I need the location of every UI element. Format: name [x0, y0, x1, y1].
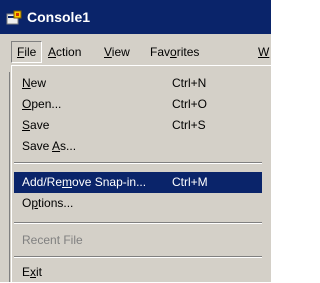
window-frame-left: [0, 72, 11, 282]
menu-item-add-remove-label: Add/Remove Snap-in...: [22, 175, 147, 189]
window-title: Console1: [27, 9, 91, 25]
menu-file[interactable]: File: [11, 41, 43, 63]
menu-item-add-remove-snap-in[interactable]: Add/Remove Snap-in... Ctrl+M: [14, 172, 262, 193]
menu-item-new-label: New: [22, 76, 47, 90]
mn-add-remove: m: [62, 175, 73, 189]
menu-window-mnemonic: W: [258, 45, 270, 59]
menu-item-open-label: Open...: [22, 97, 62, 111]
menu-favorites[interactable]: Favorites: [150, 41, 199, 63]
menu-view[interactable]: View: [104, 41, 130, 63]
mn-open: O: [22, 97, 32, 111]
menu-favorites-rest: rites: [176, 45, 200, 59]
menu-item-open[interactable]: Open... Ctrl+O: [18, 94, 266, 115]
shortcut-add-remove: Ctrl+M: [172, 175, 208, 189]
menu-item-save[interactable]: Save Ctrl+S: [18, 115, 266, 136]
menu-item-exit[interactable]: Exit: [18, 262, 266, 283]
menu-file-rest: ile: [24, 45, 37, 59]
menu-separator: [14, 256, 262, 258]
mn-options: p: [31, 196, 39, 210]
menu-item-recent-label: Recent File: [22, 233, 83, 247]
menu-item-recent-file: Recent File: [18, 230, 266, 251]
menu-item-save-label: Save: [22, 118, 50, 132]
menu-favorites-pre: Fav: [150, 45, 171, 59]
shortcut-open: Ctrl+O: [172, 97, 208, 111]
menu-item-options-label: Options...: [22, 196, 74, 210]
mn-save: S: [22, 118, 31, 132]
menu-item-options[interactable]: Options...: [18, 193, 266, 214]
menu-item-new[interactable]: New Ctrl+N: [18, 73, 266, 94]
menu-separator: [14, 162, 262, 164]
mn-exit: x: [30, 265, 37, 279]
mmc-console-icon: [6, 10, 22, 25]
title-bar: Console1: [0, 0, 271, 34]
mn-new: N: [22, 76, 31, 90]
menu-action[interactable]: Action: [48, 41, 81, 63]
shortcut-new: Ctrl+N: [172, 76, 207, 90]
menu-action-rest: ction: [56, 45, 82, 59]
menu-action-mnemonic: A: [48, 45, 57, 59]
menu-favorites-mnemonic: o: [170, 45, 177, 59]
menu-item-exit-label: Exit: [22, 265, 43, 279]
menu-window[interactable]: W: [258, 41, 269, 63]
menu-view-mnemonic: V: [104, 45, 112, 59]
shortcut-save: Ctrl+S: [172, 118, 206, 132]
menu-item-save-as-label: Save As...: [22, 139, 77, 153]
menu-view-rest: iew: [111, 45, 130, 59]
mn-save-as: A: [52, 139, 61, 153]
menu-separator: [14, 222, 262, 224]
menu-item-save-as[interactable]: Save As...: [18, 136, 266, 157]
